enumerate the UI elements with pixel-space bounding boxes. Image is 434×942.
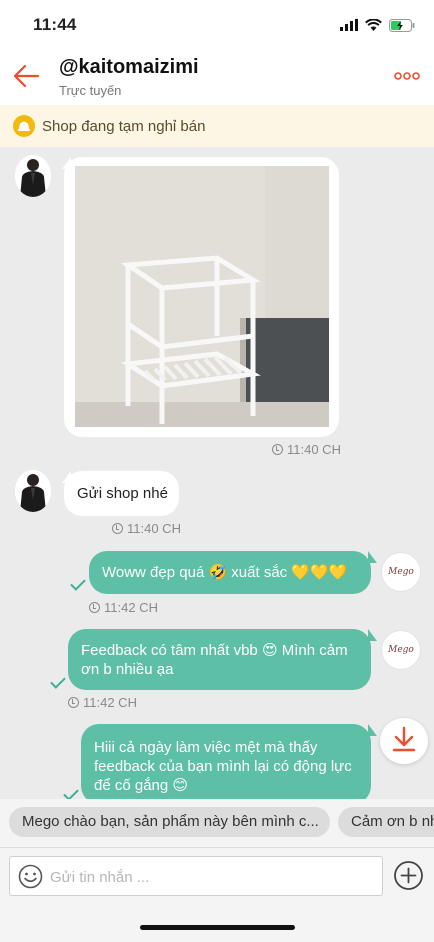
signal-icon	[340, 19, 358, 31]
contact-name: @kaitomaizimi	[59, 56, 199, 78]
message-time: 11:42 CH	[68, 695, 137, 710]
shop-paused-banner: Shop đang tạm nghỉ bán	[0, 105, 434, 147]
back-arrow-icon[interactable]	[12, 63, 40, 89]
chat-header: @kaitomaizimi Trực tuyến	[0, 50, 434, 105]
message-time: 11:40 CH	[112, 521, 181, 536]
battery-charging-icon	[389, 18, 415, 32]
text-message-out[interactable]: Feedback có tâm nhất vbb 😍 Mình cảm ơn b…	[68, 629, 371, 690]
message-list[interactable]: 11:40 CH Gửi shop nhé 11:40 CH Woww đẹp …	[0, 147, 434, 799]
quick-reply-chip[interactable]: Cảm ơn b nh	[338, 807, 434, 837]
message-time: 11:42 CH	[89, 600, 158, 615]
shop-avatar[interactable]	[15, 155, 51, 197]
mego-avatar[interactable]: Mego	[381, 630, 421, 670]
shop-avatar[interactable]	[15, 470, 51, 512]
image-message[interactable]	[64, 157, 339, 437]
status-icons	[340, 16, 416, 34]
notice-text: Shop đang tạm nghỉ bán	[42, 118, 206, 135]
add-attachment-icon[interactable]	[393, 860, 424, 891]
message-input[interactable]	[48, 857, 372, 897]
online-status: Trực tuyến	[59, 83, 122, 98]
message-input-box[interactable]	[9, 856, 383, 897]
sent-check-icon	[63, 785, 79, 799]
home-indicator	[140, 925, 295, 930]
scroll-to-bottom-button[interactable]	[380, 718, 428, 764]
bubble-tail	[368, 551, 377, 563]
sent-check-icon	[50, 673, 66, 689]
more-options-icon[interactable]	[394, 72, 420, 80]
quick-replies-bar[interactable]: Mego chào bạn, sản phẩm này bên mình c..…	[0, 799, 434, 847]
clock-icon	[89, 602, 100, 613]
message-text: Hiii cả ngày làm việc mệt mà thấy feedba…	[94, 739, 352, 794]
text-message-out[interactable]: Hiii cả ngày làm việc mệt mà thấy feedba…	[81, 724, 371, 799]
clock-icon	[112, 523, 123, 534]
bubble-tail	[368, 629, 377, 641]
product-photo[interactable]	[75, 166, 329, 427]
message-text: Gửi shop nhé	[77, 485, 168, 502]
message-text: Woww đẹp quá 🤣 xuất sắc 💛💛💛	[102, 564, 348, 581]
text-message-in[interactable]: Gửi shop nhé	[64, 471, 179, 516]
download-arrow-icon	[392, 726, 416, 752]
clock-icon	[68, 697, 79, 708]
clock-icon	[272, 444, 283, 455]
mego-avatar[interactable]: Mego	[381, 552, 421, 592]
message-text: Feedback có tâm nhất vbb 😍 Mình cảm ơn b…	[81, 642, 348, 678]
status-bar: 11:44	[0, 0, 434, 50]
status-time: 11:44	[33, 15, 77, 34]
sent-check-icon	[70, 575, 86, 591]
quick-reply-chip[interactable]: Mego chào bạn, sản phẩm này bên mình c..…	[9, 807, 330, 837]
emoji-icon[interactable]	[18, 864, 43, 889]
message-time: 11:40 CH	[272, 442, 341, 457]
bell-icon	[13, 115, 35, 137]
wifi-icon	[365, 19, 382, 31]
bubble-tail	[368, 724, 377, 736]
text-message-out[interactable]: Woww đẹp quá 🤣 xuất sắc 💛💛💛	[89, 551, 371, 594]
